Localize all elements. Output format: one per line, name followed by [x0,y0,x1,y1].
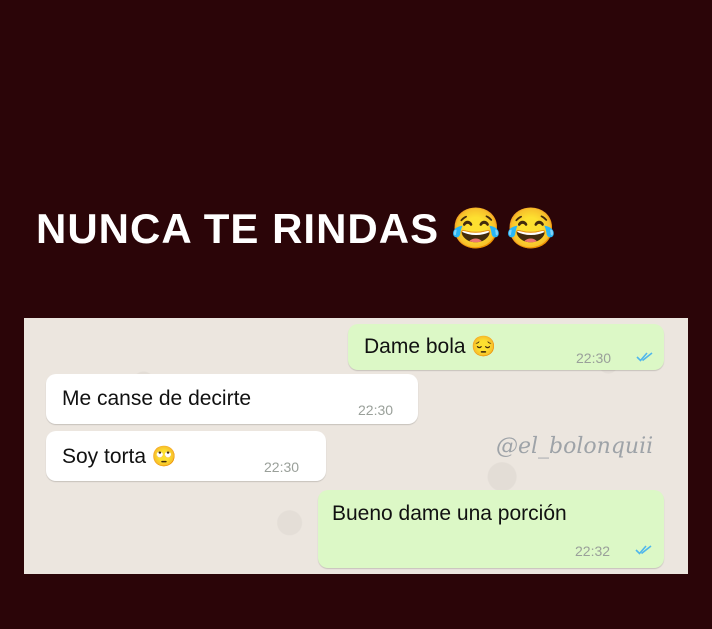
message-time: 22:30 [264,459,300,475]
laughing-emoji-pair: 😂 😂 [451,209,557,249]
double-check-icon [636,352,653,362]
message-text: Dame bola 😔 [364,335,497,358]
message-time: 22:30 [358,402,394,418]
message-bubble-outgoing[interactable]: Bueno dame una porción 22:32 [318,490,664,568]
message-bubble-incoming[interactable]: Me canse de decirte 22:30 [46,374,418,424]
message-text: Me canse de decirte [62,387,252,410]
message-time: 22:30 [576,350,612,366]
watermark: @el_bolonquii [496,434,654,459]
headline: NUNCA TE RINDAS 😂 😂 [36,205,557,253]
message-text: Soy torta 🙄 [62,445,177,468]
message-bubble-incoming[interactable]: Soy torta 🙄 22:30 [46,431,326,481]
double-check-icon [635,545,652,555]
headline-text: NUNCA TE RINDAS [36,205,440,252]
eye-roll-face-icon: 🙄 [151,446,177,468]
chat-screenshot: Dame bola 😔 22:30 Me canse de decirte 22… [24,318,688,574]
pensive-face-icon: 😔 [471,336,497,358]
laughing-emoji-icon: 😂 [505,207,557,251]
message-bubble-outgoing[interactable]: Dame bola 😔 22:30 [348,324,664,370]
message-time: 22:32 [575,543,611,559]
laughing-emoji-icon: 😂 [451,207,502,251]
message-text: Bueno dame una porción [332,502,567,525]
